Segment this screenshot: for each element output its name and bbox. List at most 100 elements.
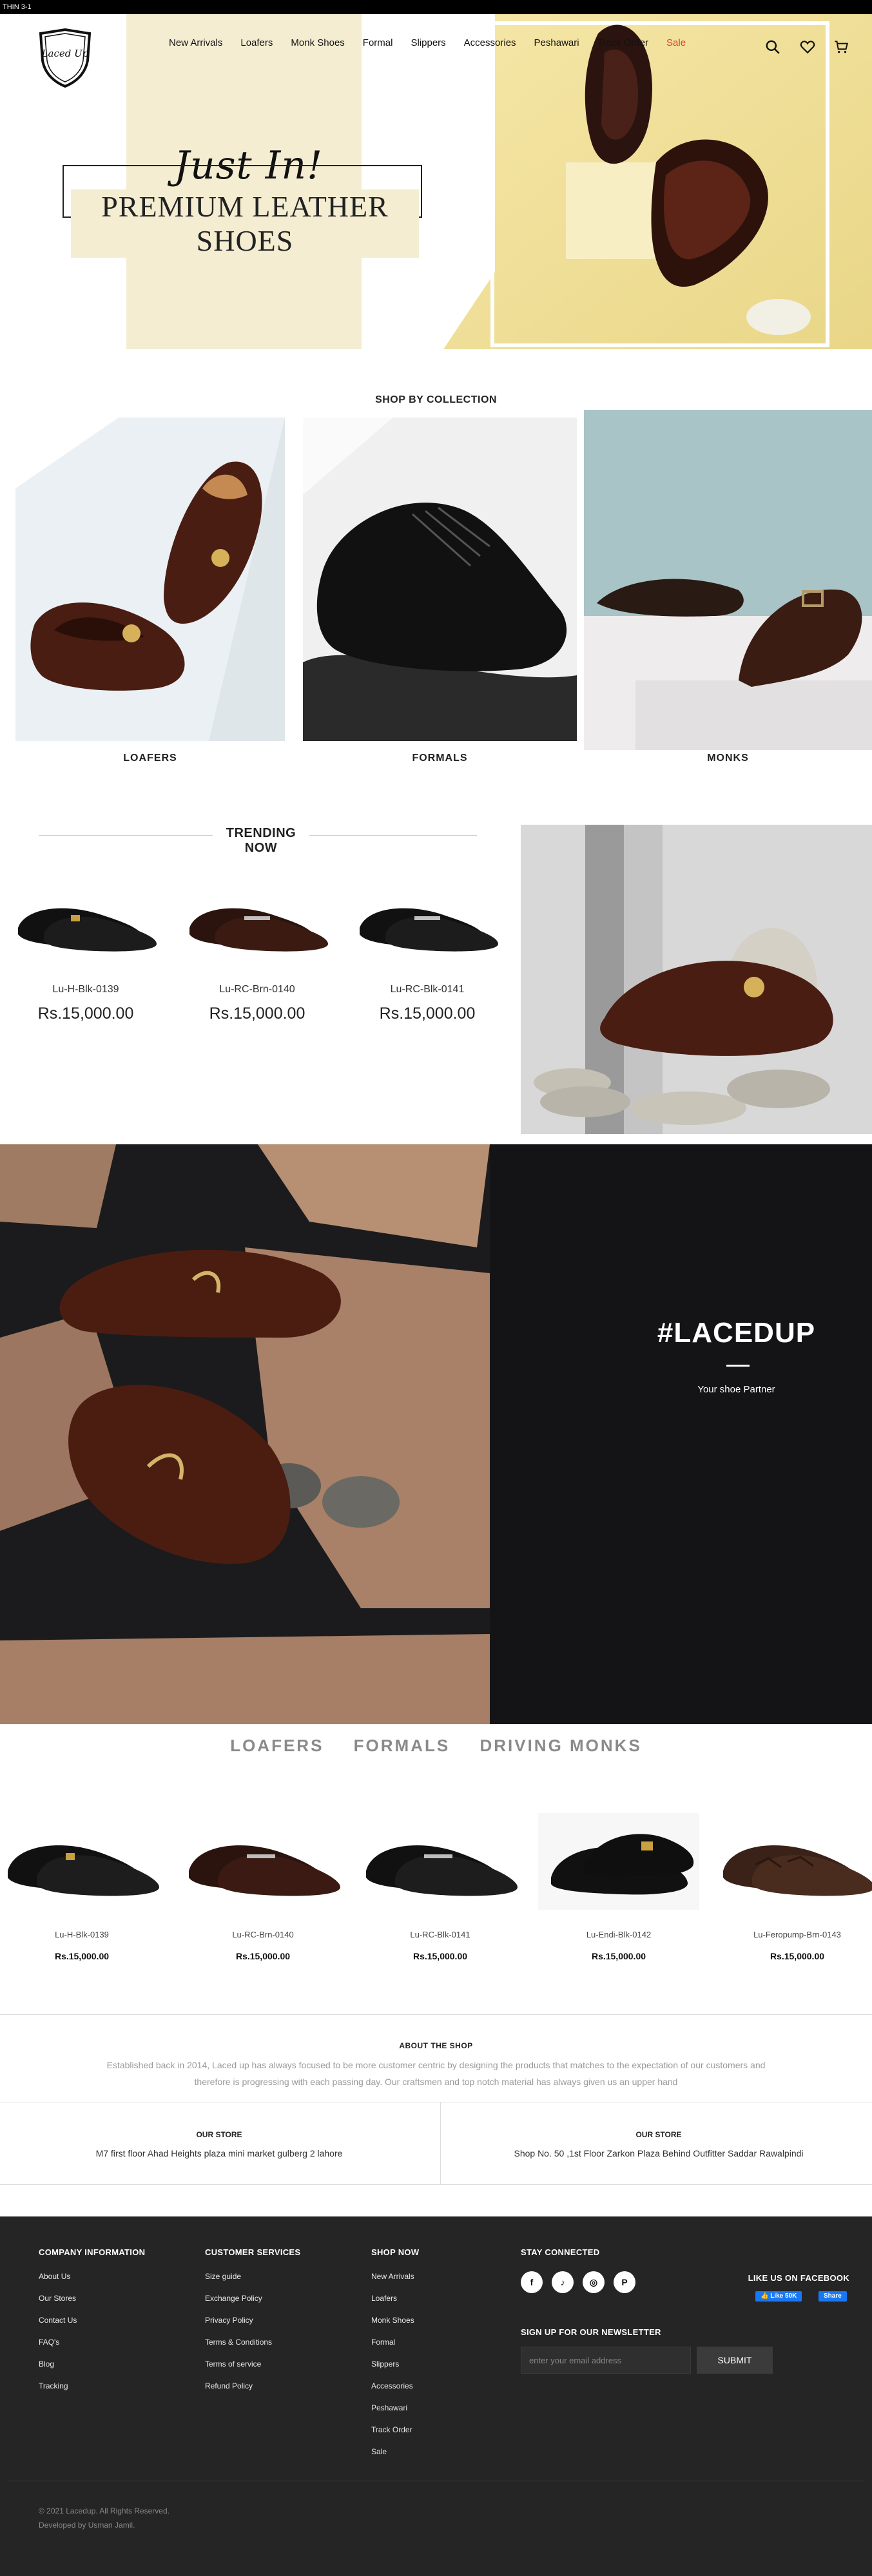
product-image[interactable] bbox=[360, 1813, 521, 1910]
trending-product-price: Rs.15,000.00 bbox=[379, 1004, 476, 1023]
banner-title: #LACEDUP bbox=[657, 1317, 816, 1349]
footer-link-faq[interactable]: FAQ's bbox=[39, 2338, 59, 2347]
main-nav: New Arrivals Loafers Monk Shoes Formal S… bbox=[169, 37, 704, 48]
product-name[interactable]: Lu-RC-Blk-0141 bbox=[360, 1930, 521, 1939]
lacedup-banner-image bbox=[0, 1144, 872, 1724]
trending-product-3[interactable]: Lu-RC-Blk-0141 Rs.15,000.00 bbox=[353, 889, 501, 1023]
product-name[interactable]: Lu-Feropump-Brn-0143 bbox=[717, 1930, 872, 1939]
footer-link-blog[interactable]: Blog bbox=[39, 2360, 54, 2369]
hero-shoe-image bbox=[443, 14, 872, 349]
collection-heading: SHOP BY COLLECTION bbox=[375, 394, 497, 405]
trending-product-2[interactable]: Lu-RC-Brn-0140 Rs.15,000.00 bbox=[183, 889, 331, 1023]
footer-link-exchange[interactable]: Exchange Policy bbox=[205, 2294, 262, 2303]
footer-link-stores[interactable]: Our Stores bbox=[39, 2294, 76, 2303]
product-tabs: LOAFERS FORMALS DRIVING MONKS bbox=[0, 1736, 872, 1756]
trending-product-name[interactable]: Lu-RC-Blk-0141 bbox=[353, 984, 501, 995]
store-divider bbox=[440, 2102, 441, 2184]
nav-slippers[interactable]: Slippers bbox=[411, 37, 445, 48]
footer-link-terms-conditions[interactable]: Terms & Conditions bbox=[205, 2338, 272, 2347]
tiktok-icon[interactable]: ♪ bbox=[552, 2271, 574, 2293]
collection-label-formals[interactable]: FORMALS bbox=[303, 753, 577, 764]
collection-formals-image[interactable] bbox=[303, 418, 577, 741]
banner-subtitle: Your shoe Partner bbox=[697, 1384, 775, 1395]
product-price: Rs.15,000.00 bbox=[412, 1951, 468, 1961]
product-image[interactable] bbox=[717, 1813, 872, 1910]
footer-services-heading: CUSTOMER SERVICES bbox=[205, 2247, 301, 2257]
newsletter-submit-button[interactable]: SUBMIT bbox=[697, 2347, 773, 2374]
tab-driving-monks[interactable]: DRIVING MONKS bbox=[480, 1736, 641, 1755]
footer-link-tracking[interactable]: Tracking bbox=[39, 2381, 68, 2390]
product-image[interactable] bbox=[538, 1813, 699, 1910]
product-name[interactable]: Lu-H-Blk-0139 bbox=[1, 1930, 162, 1939]
collection-monks-image[interactable] bbox=[584, 410, 872, 750]
developer-credit: Developed by Usman Jamil. bbox=[39, 2521, 135, 2530]
product-image[interactable] bbox=[1, 1813, 162, 1910]
product-card-5[interactable]: Lu-Feropump-Brn-0143 Rs.15,000.00 bbox=[717, 1813, 872, 1961]
product-name[interactable]: Lu-RC-Brn-0140 bbox=[182, 1930, 344, 1939]
pinterest-icon[interactable]: P bbox=[614, 2271, 635, 2293]
trending-product-image[interactable] bbox=[353, 889, 501, 954]
trending-feature-image[interactable] bbox=[521, 825, 872, 1134]
facebook-icon[interactable]: f bbox=[521, 2271, 543, 2293]
newsletter-email-input[interactable] bbox=[521, 2347, 691, 2374]
footer-link-peshawari[interactable]: Peshawari bbox=[371, 2403, 407, 2412]
tab-loafers[interactable]: LOAFERS bbox=[230, 1736, 324, 1755]
instagram-icon[interactable]: ◎ bbox=[583, 2271, 605, 2293]
nav-track-order[interactable]: Track Order bbox=[597, 37, 648, 48]
footer-link-new-arrivals[interactable]: New Arrivals bbox=[371, 2272, 414, 2281]
footer-link-sale[interactable]: Sale bbox=[371, 2447, 387, 2456]
footer-link-privacy[interactable]: Privacy Policy bbox=[205, 2316, 253, 2325]
footer-link-size-guide[interactable]: Size guide bbox=[205, 2272, 241, 2281]
footer-link-accessories[interactable]: Accessories bbox=[371, 2381, 413, 2390]
footer-link-about[interactable]: About Us bbox=[39, 2272, 70, 2281]
product-card-1[interactable]: Lu-H-Blk-0139 Rs.15,000.00 bbox=[1, 1813, 162, 1961]
product-card-4[interactable]: Lu-Endi-Blk-0142 Rs.15,000.00 bbox=[538, 1813, 699, 1961]
trending-product-name[interactable]: Lu-H-Blk-0139 bbox=[12, 984, 160, 995]
footer-link-loafers[interactable]: Loafers bbox=[371, 2294, 397, 2303]
product-card-2[interactable]: Lu-RC-Brn-0140 Rs.15,000.00 bbox=[182, 1813, 344, 1961]
about-text: Established back in 2014, Laced up has a… bbox=[106, 2060, 766, 2087]
footer-link-formal[interactable]: Formal bbox=[371, 2338, 395, 2347]
facebook-like-button[interactable]: 👍 Like 50K bbox=[755, 2291, 802, 2302]
footer-link-monk-shoes[interactable]: Monk Shoes bbox=[371, 2316, 414, 2325]
nav-loafers[interactable]: Loafers bbox=[240, 37, 273, 48]
footer-link-terms-service[interactable]: Terms of service bbox=[205, 2360, 261, 2369]
copyright: © 2021 Lacedup. All Rights Reserved. Dev… bbox=[39, 2504, 170, 2532]
nav-peshawari[interactable]: Peshawari bbox=[534, 37, 579, 48]
nav-monk-shoes[interactable]: Monk Shoes bbox=[291, 37, 344, 48]
facebook-share-button[interactable]: Share bbox=[819, 2291, 847, 2302]
footer-link-refund[interactable]: Refund Policy bbox=[205, 2381, 253, 2390]
trending-product-name[interactable]: Lu-RC-Brn-0140 bbox=[183, 984, 331, 995]
cart-icon[interactable] bbox=[833, 39, 849, 55]
heart-icon[interactable] bbox=[799, 39, 816, 55]
collection-label-loafers[interactable]: LOAFERS bbox=[15, 753, 285, 764]
store-heading-lahore: OUR STORE bbox=[196, 2130, 242, 2139]
footer-link-slippers[interactable]: Slippers bbox=[371, 2360, 399, 2369]
tab-formals[interactable]: FORMALS bbox=[354, 1736, 451, 1755]
trending-product-1[interactable]: Lu-H-Blk-0139 Rs.15,000.00 bbox=[12, 889, 160, 1023]
footer-link-track-order[interactable]: Track Order bbox=[371, 2425, 412, 2434]
newsletter-heading: SIGN UP FOR OUR NEWSLETTER bbox=[521, 2327, 661, 2337]
search-icon[interactable] bbox=[764, 39, 781, 55]
trending-product-image[interactable] bbox=[183, 889, 331, 954]
product-price: Rs.15,000.00 bbox=[770, 1951, 825, 1961]
trending-heading: TRENDING NOW bbox=[213, 826, 309, 856]
hero-heading: PREMIUM LEATHER SHOES bbox=[71, 189, 419, 258]
trending-product-image[interactable] bbox=[12, 889, 160, 954]
collection-label-monks[interactable]: MONKS bbox=[584, 753, 872, 764]
nav-accessories[interactable]: Accessories bbox=[464, 37, 516, 48]
product-name[interactable]: Lu-Endi-Blk-0142 bbox=[538, 1930, 699, 1939]
facebook-like-heading: LIKE US ON FACEBOOK bbox=[748, 2273, 849, 2283]
brand-logo[interactable]: Laced Up bbox=[37, 28, 93, 88]
nav-sale[interactable]: Sale bbox=[666, 37, 686, 48]
collection-loafers-image[interactable] bbox=[15, 418, 285, 741]
section-divider bbox=[0, 2184, 872, 2185]
copyright-text: © 2021 Lacedup. All Rights Reserved. bbox=[39, 2506, 170, 2515]
product-card-3[interactable]: Lu-RC-Blk-0141 Rs.15,000.00 bbox=[360, 1813, 521, 1961]
footer-shop-heading: SHOP NOW bbox=[371, 2247, 420, 2257]
footer-link-contact[interactable]: Contact Us bbox=[39, 2316, 77, 2325]
nav-formal[interactable]: Formal bbox=[363, 37, 393, 48]
nav-new-arrivals[interactable]: New Arrivals bbox=[169, 37, 222, 48]
about-heading: ABOUT THE SHOP bbox=[399, 2041, 473, 2050]
product-image[interactable] bbox=[182, 1813, 344, 1910]
